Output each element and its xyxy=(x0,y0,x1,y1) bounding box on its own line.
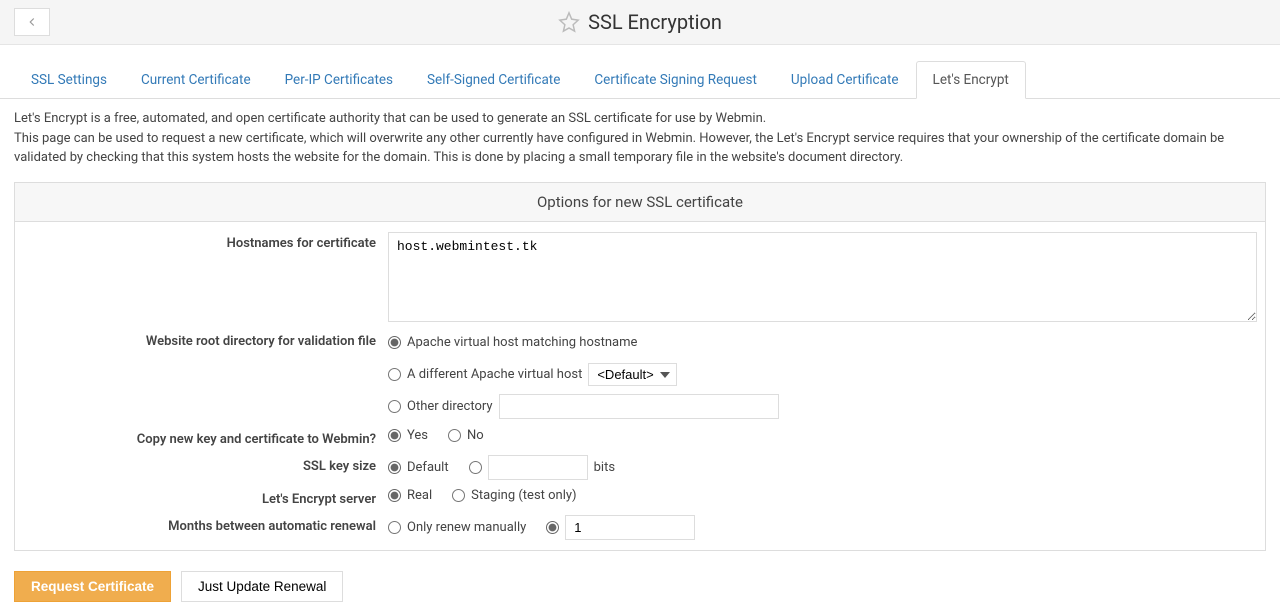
radio-webroot-different-label: A different Apache virtual host xyxy=(407,367,582,382)
page-title: SSL Encryption xyxy=(50,10,1230,34)
radio-leserver-real[interactable] xyxy=(388,489,401,502)
star-icon[interactable] xyxy=(558,11,580,33)
tab-per-ip-certificates[interactable]: Per-IP Certificates xyxy=(268,61,410,99)
panel-header: Options for new SSL certificate xyxy=(15,183,1265,222)
row-renewal: Months between automatic renewal Only re… xyxy=(15,511,1265,550)
tab-self-signed-certificate[interactable]: Self-Signed Certificate xyxy=(410,61,577,99)
select-virtual-host[interactable]: <Default> xyxy=(588,363,677,386)
row-keysize: SSL key size Default bits xyxy=(15,451,1265,484)
radio-keysize-default[interactable] xyxy=(388,461,401,474)
radio-webroot-other-label: Other directory xyxy=(407,399,493,414)
input-renewal-months[interactable] xyxy=(565,515,695,540)
tabs-bar: SSL Settings Current Certificate Per-IP … xyxy=(0,61,1280,99)
row-hostnames: Hostnames for certificate host.webmintes… xyxy=(15,222,1265,326)
hostnames-textarea[interactable]: host.webmintest.tk xyxy=(388,232,1257,322)
label-copykey: Copy new key and certificate to Webmin? xyxy=(23,428,388,447)
label-renewal: Months between automatic renewal xyxy=(23,515,388,534)
tab-upload-certificate[interactable]: Upload Certificate xyxy=(774,61,916,99)
radio-leserver-staging-label: Staging (test only) xyxy=(471,488,576,503)
radio-renewal-months[interactable] xyxy=(546,521,559,534)
label-keysize: SSL key size xyxy=(23,455,388,474)
radio-copykey-no[interactable] xyxy=(448,429,461,442)
description-line-2: This page can be used to request a new c… xyxy=(14,131,1224,166)
options-panel: Options for new SSL certificate Hostname… xyxy=(14,182,1266,551)
just-update-renewal-button[interactable]: Just Update Renewal xyxy=(181,571,343,602)
radio-webroot-matching[interactable] xyxy=(388,336,401,349)
label-hostnames: Hostnames for certificate xyxy=(23,232,388,251)
radio-copykey-yes[interactable] xyxy=(388,429,401,442)
page-title-text: SSL Encryption xyxy=(588,10,722,34)
header-bar: SSL Encryption xyxy=(0,0,1280,45)
keysize-unit: bits xyxy=(594,460,615,475)
tab-certificate-signing-request[interactable]: Certificate Signing Request xyxy=(577,61,774,99)
radio-keysize-default-label: Default xyxy=(407,460,449,475)
radio-leserver-real-label: Real xyxy=(407,488,432,503)
description-text: Let's Encrypt is a free, automated, and … xyxy=(14,109,1266,168)
input-keysize-custom[interactable] xyxy=(488,455,588,480)
tab-lets-encrypt[interactable]: Let's Encrypt xyxy=(916,61,1026,99)
radio-renewal-manual-label: Only renew manually xyxy=(407,520,526,535)
label-leserver: Let's Encrypt server xyxy=(23,488,388,507)
radio-keysize-custom[interactable] xyxy=(469,461,482,474)
radio-copykey-yes-label: Yes xyxy=(407,428,428,443)
radio-webroot-other[interactable] xyxy=(388,400,401,413)
back-button[interactable] xyxy=(14,8,50,36)
row-webroot: Website root directory for validation fi… xyxy=(15,326,1265,424)
description-line-1: Let's Encrypt is a free, automated, and … xyxy=(14,111,766,126)
radio-leserver-staging[interactable] xyxy=(452,489,465,502)
buttons-row: Request Certificate Just Update Renewal xyxy=(0,561,1280,612)
radio-webroot-matching-label: Apache virtual host matching hostname xyxy=(407,335,637,350)
tab-current-certificate[interactable]: Current Certificate xyxy=(124,61,268,99)
input-other-directory[interactable] xyxy=(499,394,779,419)
row-copykey: Copy new key and certificate to Webmin? … xyxy=(15,424,1265,451)
content-area: Let's Encrypt is a free, automated, and … xyxy=(0,99,1280,561)
radio-webroot-different[interactable] xyxy=(388,368,401,381)
radio-copykey-no-label: No xyxy=(467,428,484,443)
tab-ssl-settings[interactable]: SSL Settings xyxy=(14,61,124,99)
row-leserver: Let's Encrypt server Real Staging (test … xyxy=(15,484,1265,511)
radio-renewal-manual[interactable] xyxy=(388,521,401,534)
label-webroot: Website root directory for validation fi… xyxy=(23,330,388,349)
back-arrow-icon xyxy=(25,15,39,29)
request-certificate-button[interactable]: Request Certificate xyxy=(14,571,171,602)
